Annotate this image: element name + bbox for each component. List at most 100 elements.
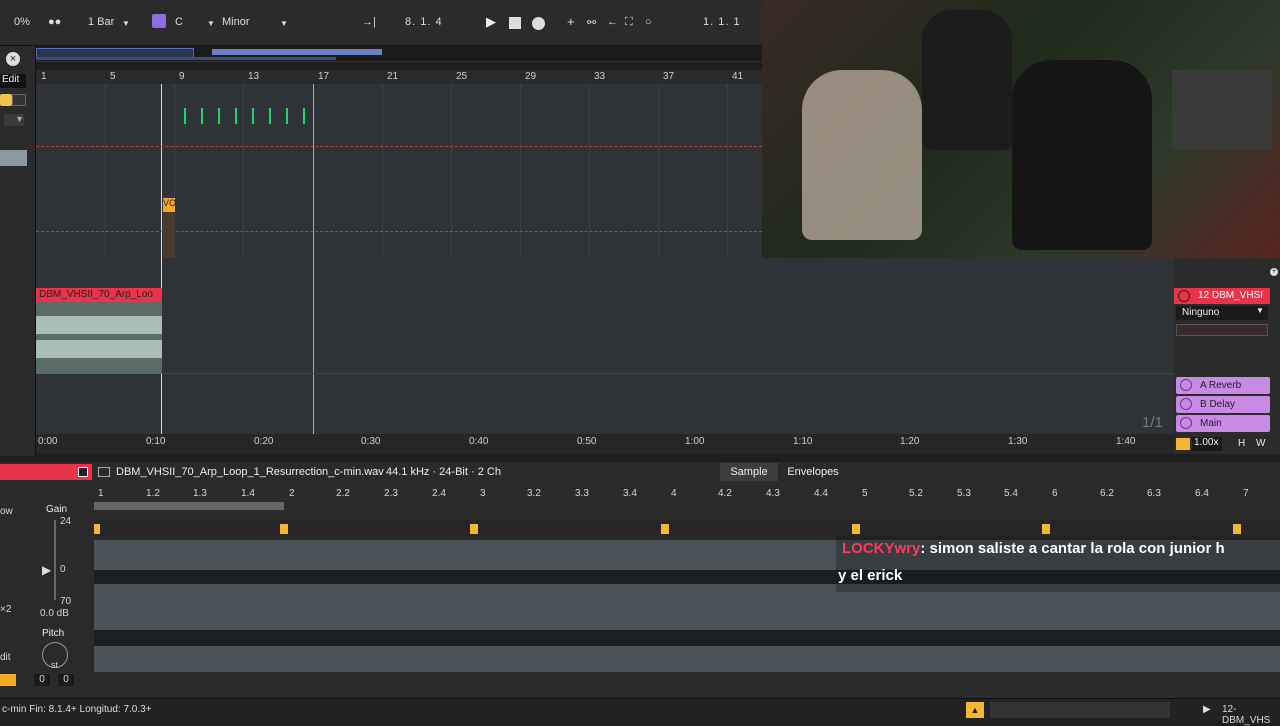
clip-ruler[interactable]: 1 1.2 1.3 1.4 2 2.2 2.3 2.4 3 3.2 3.3 3.…: [94, 486, 1280, 500]
scale-root-select[interactable]: C: [175, 16, 183, 28]
file-icon[interactable]: [98, 467, 110, 477]
track-mixer: + 12 DBM_VHSI Ninguno ▼ A Reverb B Delay…: [1174, 258, 1280, 454]
follow-arrow-icon[interactable]: →|: [362, 16, 376, 28]
gain-handle-icon[interactable]: ▶: [42, 563, 51, 577]
clip-loop-brace[interactable]: [94, 502, 284, 510]
activator-icon[interactable]: [0, 94, 12, 106]
beat-mark: 6.2: [1100, 488, 1114, 499]
audio-clip-header[interactable]: DBM_VHSII_70_Arp_Loo: [36, 288, 162, 302]
bar-number: 41: [732, 71, 744, 82]
tab-envelopes[interactable]: Envelopes: [780, 463, 846, 481]
warp-marker[interactable]: [470, 524, 478, 534]
side-label: ×2: [0, 604, 12, 615]
gain-value[interactable]: 0.0 dB: [40, 608, 69, 619]
beat-mark: 2.2: [336, 488, 350, 499]
arrangement-lower[interactable]: DBM_VHSII_70_Arp_Loo 1/1: [36, 258, 1174, 434]
chat-username: LOCKYwry: [842, 540, 921, 557]
audio-clip-waveform[interactable]: [36, 302, 162, 374]
loop-icon[interactable]: ⛶: [625, 16, 633, 29]
arrangement-overview[interactable]: [36, 46, 762, 62]
bars-icon[interactable]: [1176, 438, 1190, 450]
beat-mark: 7: [1243, 488, 1249, 499]
scale-icon[interactable]: [152, 14, 166, 28]
bar-number: 33: [594, 71, 606, 82]
pitch-unit: st: [51, 660, 59, 670]
input-select[interactable]: Ninguno: [1176, 306, 1268, 320]
loop-start-position[interactable]: 1. 1. 1: [703, 16, 741, 28]
chat-overlay: LOCKYwry: simon saliste a cantar la rola…: [836, 536, 1280, 592]
warp-marker[interactable]: [94, 524, 100, 534]
beat-mark: 3.3: [575, 488, 589, 499]
chat-message: : simon saliste a cantar la rola con jun…: [920, 540, 1225, 557]
vocal-clip[interactable]: VO: [163, 198, 176, 212]
arm-icon[interactable]: [12, 94, 26, 106]
gain-scale-mid: 0: [60, 564, 66, 575]
transport-bar: 0% ●● 1 Bar ▼ C ▼ Minor ▼ →| 8. 1. 4 ▶ +…: [0, 0, 762, 46]
bar-number: 25: [456, 71, 468, 82]
arrangement-view[interactable]: VO: [36, 84, 762, 286]
warp-marker-lane[interactable]: [94, 520, 1280, 536]
input-channel[interactable]: [1176, 324, 1268, 336]
beat-mark: 6.3: [1147, 488, 1161, 499]
play-icon[interactable]: [1180, 417, 1192, 429]
webcam-overlay: [762, 0, 1280, 258]
beat-mark: 5: [862, 488, 868, 499]
follow-toggle-icon[interactable]: ●●: [48, 16, 61, 28]
warp-toggle[interactable]: [0, 674, 16, 686]
time-ruler[interactable]: 0:00 0:10 0:20 0:30 0:40 0:50 1:00 1:10 …: [36, 434, 1174, 454]
beat-mark: 4.3: [766, 488, 780, 499]
play-icon[interactable]: [1180, 398, 1192, 410]
zoom-percent[interactable]: 0%: [14, 16, 30, 28]
h-toggle[interactable]: H: [1238, 438, 1245, 449]
add-icon[interactable]: +: [1270, 268, 1278, 276]
time-mark: 0:10: [146, 436, 166, 447]
pitch-cents[interactable]: 0: [58, 674, 74, 686]
pitch-semitones[interactable]: 0: [34, 674, 50, 686]
warp-marker[interactable]: [1233, 524, 1241, 534]
play-icon[interactable]: ▶: [1203, 704, 1211, 715]
midi-notes[interactable]: [184, 108, 310, 124]
stop-icon[interactable]: [509, 17, 521, 29]
warp-marker[interactable]: [280, 524, 288, 534]
record-icon[interactable]: [532, 17, 545, 30]
fold-icon[interactable]: [1178, 290, 1190, 302]
time-mark: 1:20: [900, 436, 920, 447]
tab-sample[interactable]: Sample: [720, 463, 778, 481]
warp-marker[interactable]: [1042, 524, 1050, 534]
play-icon[interactable]: [1180, 379, 1192, 391]
quantize-select[interactable]: 1 Bar: [88, 16, 114, 28]
close-icon[interactable]: ×: [6, 52, 20, 66]
beat-mark: 3: [480, 488, 486, 499]
beat-mark: 4.2: [718, 488, 732, 499]
bar-number: 9: [179, 71, 185, 82]
gain-label: Gain: [46, 504, 68, 515]
play-icon[interactable]: ▶: [486, 14, 496, 30]
person-figure: [1012, 60, 1152, 250]
time-mark: 1:00: [685, 436, 705, 447]
track-fold-icon[interactable]: ▼: [4, 114, 24, 126]
side-label: dit: [0, 652, 11, 663]
time-mark: 1:10: [793, 436, 813, 447]
beat-mark: 3.2: [527, 488, 541, 499]
scale-mode-select[interactable]: Minor: [222, 16, 250, 28]
edit-button[interactable]: Edit: [0, 74, 26, 88]
link-icon[interactable]: ⚯: [587, 16, 596, 29]
bar-ruler[interactable]: 1 5 9 13 17 21 25 29 33 37 41: [36, 70, 762, 84]
zoom-value[interactable]: 1.00x: [1192, 437, 1222, 451]
song-position[interactable]: 8. 1. 4: [405, 16, 443, 28]
beat-mark: 1.2: [146, 488, 160, 499]
bar-number: 5: [110, 71, 116, 82]
w-toggle[interactable]: W: [1256, 438, 1265, 449]
add-icon[interactable]: +: [567, 14, 575, 29]
metronome-icon[interactable]: ○: [645, 16, 652, 28]
warp-marker[interactable]: [661, 524, 669, 534]
left-track-strip: × Edit ▼: [0, 46, 36, 456]
save-icon[interactable]: [78, 467, 88, 477]
up-arrow-icon[interactable]: ▲: [966, 702, 984, 718]
gain-slider[interactable]: [54, 520, 56, 600]
mini-overview[interactable]: [990, 702, 1170, 718]
back-icon[interactable]: ←: [607, 16, 618, 28]
overview-clip: [36, 57, 336, 60]
time-mark: 0:20: [254, 436, 274, 447]
warp-marker[interactable]: [852, 524, 860, 534]
